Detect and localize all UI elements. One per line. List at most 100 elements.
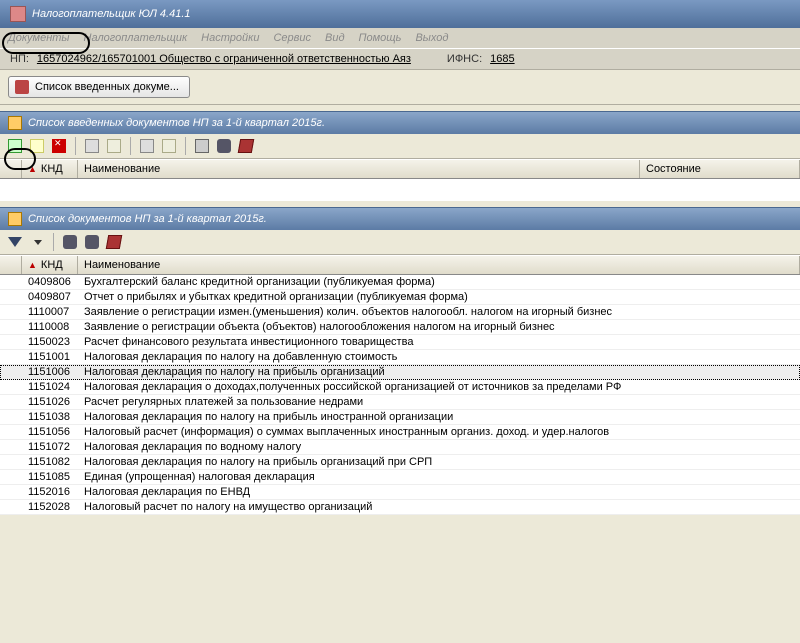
np-value[interactable]: 1657024962/165701001 Общество с ограниче… bbox=[37, 53, 411, 65]
new-icon bbox=[8, 139, 22, 153]
document-icon bbox=[15, 80, 29, 94]
find-button[interactable] bbox=[215, 137, 233, 155]
row-marker bbox=[0, 350, 22, 364]
table-row[interactable]: 1151024Налоговая декларация о доходах,по… bbox=[0, 380, 800, 395]
open-doc-button[interactable] bbox=[28, 137, 46, 155]
delete-icon bbox=[52, 139, 66, 153]
cell-name: Налоговая декларация о доходах,полученны… bbox=[78, 380, 800, 394]
cell-knd: 1151038 bbox=[22, 410, 78, 424]
cell-name: Расчет финансового результата инвестицио… bbox=[78, 335, 800, 349]
book-icon bbox=[238, 139, 254, 153]
table-row[interactable]: 1110007Заявление о регистрации измен.(ум… bbox=[0, 305, 800, 320]
col-knd[interactable]: ▲КНД bbox=[22, 256, 78, 274]
docs-list-grid-body: 0409806Бухгалтерский баланс кредитной ор… bbox=[0, 275, 800, 515]
toolbar-separator bbox=[53, 233, 54, 251]
cell-knd: 1110008 bbox=[22, 320, 78, 334]
table-row[interactable]: 0409807Отчет о прибылях и убытках кредит… bbox=[0, 290, 800, 305]
docs-list-grid-header: ▲КНД Наименование bbox=[0, 255, 800, 275]
table-row[interactable]: 1150023Расчет финансового результата инв… bbox=[0, 335, 800, 350]
menu-help[interactable]: Помощь bbox=[359, 32, 402, 44]
cell-knd: 1151024 bbox=[22, 380, 78, 394]
row-marker bbox=[0, 485, 22, 499]
row-marker bbox=[0, 470, 22, 484]
table-row[interactable]: 1152028Налоговый расчет по налогу на иму… bbox=[0, 500, 800, 515]
col-marker[interactable] bbox=[0, 160, 22, 178]
print-button[interactable] bbox=[193, 137, 211, 155]
table-row[interactable]: 1151038Налоговая декларация по налогу на… bbox=[0, 410, 800, 425]
cell-knd: 1151085 bbox=[22, 470, 78, 484]
cell-knd: 1151026 bbox=[22, 395, 78, 409]
table-row[interactable]: 1151001Налоговая декларация по налогу на… bbox=[0, 350, 800, 365]
table-row[interactable]: 1151026Расчет регулярных платежей за пол… bbox=[0, 395, 800, 410]
row-marker bbox=[0, 320, 22, 334]
entered-docs-grid-header: ▲КНД Наименование Состояние bbox=[0, 159, 800, 179]
binoculars-icon bbox=[85, 235, 99, 249]
col-name[interactable]: Наименование bbox=[78, 256, 800, 274]
new-doc-button[interactable] bbox=[6, 137, 24, 155]
table-row[interactable]: 1151085Единая (упрощенная) налоговая дек… bbox=[0, 470, 800, 485]
cell-name: Налоговая декларация по налогу на добавл… bbox=[78, 350, 800, 364]
cell-name: Налоговая декларация по водному налогу bbox=[78, 440, 800, 454]
menu-service[interactable]: Сервис bbox=[273, 32, 311, 44]
app-icon bbox=[10, 6, 26, 22]
cell-knd: 1151006 bbox=[22, 365, 78, 379]
copy-icon bbox=[85, 139, 99, 153]
table-row[interactable]: 0409806Бухгалтерский баланс кредитной ор… bbox=[0, 275, 800, 290]
filter-dropdown-button[interactable] bbox=[28, 233, 46, 251]
delete-doc-button[interactable] bbox=[50, 137, 68, 155]
table-row[interactable]: 1110008Заявление о регистрации объекта (… bbox=[0, 320, 800, 335]
paste-icon bbox=[107, 139, 121, 153]
window-icon bbox=[8, 212, 22, 226]
menu-view[interactable]: Вид bbox=[325, 32, 345, 44]
app-title: Налогоплательщик ЮЛ 4.41.1 bbox=[32, 8, 191, 20]
table-row[interactable]: 1151082Налоговая декларация по налогу на… bbox=[0, 455, 800, 470]
col-marker[interactable] bbox=[0, 256, 22, 274]
col-knd[interactable]: ▲КНД bbox=[22, 160, 78, 178]
table-row[interactable]: 1152016Налоговая декларация по ЕНВД bbox=[0, 485, 800, 500]
open-icon bbox=[30, 139, 44, 153]
export-icon bbox=[140, 139, 154, 153]
table-row[interactable]: 1151006Налоговая декларация по налогу на… bbox=[0, 365, 800, 380]
filter-button[interactable] bbox=[6, 233, 24, 251]
import-button[interactable] bbox=[160, 137, 178, 155]
print-icon bbox=[195, 139, 209, 153]
help-button[interactable] bbox=[105, 233, 123, 251]
cell-name: Единая (упрощенная) налоговая декларация bbox=[78, 470, 800, 484]
cell-knd: 1151072 bbox=[22, 440, 78, 454]
menu-documents[interactable]: Документы bbox=[8, 32, 70, 44]
toolbar-separator bbox=[185, 137, 186, 155]
binoculars-icon bbox=[63, 235, 77, 249]
cell-name: Заявление о регистрации объекта (объекто… bbox=[78, 320, 800, 334]
cell-knd: 1151001 bbox=[22, 350, 78, 364]
cell-knd: 0409807 bbox=[22, 290, 78, 304]
row-marker bbox=[0, 425, 22, 439]
table-row[interactable]: 1151072Налоговая декларация по водному н… bbox=[0, 440, 800, 455]
binoculars-icon bbox=[217, 139, 231, 153]
list-entered-docs-button[interactable]: Список введенных докуме... bbox=[8, 76, 190, 98]
col-name[interactable]: Наименование bbox=[78, 160, 640, 178]
menu-taxpayer[interactable]: Налогоплательщик bbox=[84, 32, 188, 44]
row-marker bbox=[0, 500, 22, 514]
export-button[interactable] bbox=[138, 137, 156, 155]
row-marker bbox=[0, 380, 22, 394]
table-row[interactable]: 1151056Налоговый расчет (информация) о с… bbox=[0, 425, 800, 440]
menu-settings[interactable]: Настройки bbox=[201, 32, 259, 44]
chevron-down-icon bbox=[34, 240, 42, 245]
paste-button[interactable] bbox=[105, 137, 123, 155]
find-next-button[interactable] bbox=[61, 233, 79, 251]
cell-knd: 1150023 bbox=[22, 335, 78, 349]
cell-knd: 1152028 bbox=[22, 500, 78, 514]
menu-exit[interactable]: Выход bbox=[415, 32, 448, 44]
row-marker bbox=[0, 395, 22, 409]
cell-name: Налоговый расчет (информация) о суммах в… bbox=[78, 425, 800, 439]
ifns-value[interactable]: 1685 bbox=[490, 53, 514, 65]
docs-list-toolbar bbox=[0, 230, 800, 255]
row-marker bbox=[0, 305, 22, 319]
copy-button[interactable] bbox=[83, 137, 101, 155]
main-titlebar: Налогоплательщик ЮЛ 4.41.1 bbox=[0, 0, 800, 28]
help-button[interactable] bbox=[237, 137, 255, 155]
cell-knd: 1151082 bbox=[22, 455, 78, 469]
list-entered-label: Список введенных докуме... bbox=[35, 81, 179, 93]
col-state[interactable]: Состояние bbox=[640, 160, 800, 178]
find-button[interactable] bbox=[83, 233, 101, 251]
